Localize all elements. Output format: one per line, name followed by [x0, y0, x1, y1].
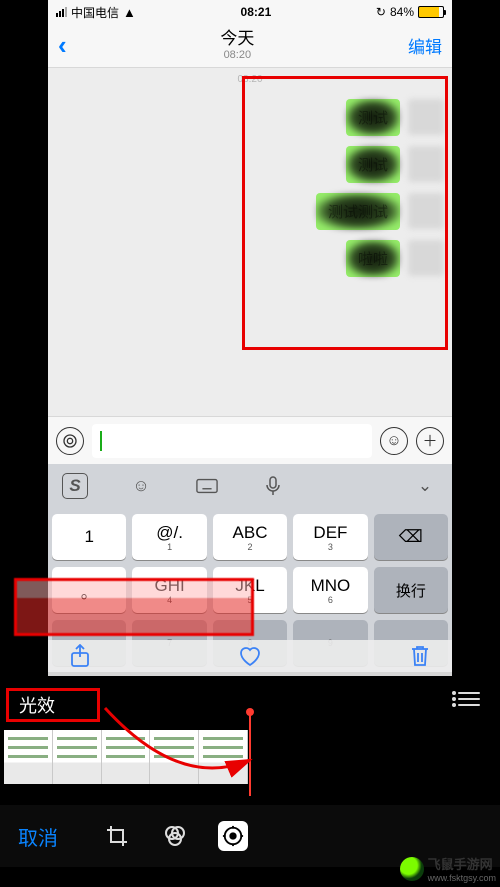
annotation-redaction-box — [14, 578, 254, 636]
filmstrip-thumb[interactable] — [102, 730, 151, 784]
playhead-indicator[interactable] — [249, 712, 251, 796]
plus-icon[interactable]: ＋ — [416, 427, 444, 455]
adjust-icon[interactable] — [218, 821, 248, 851]
filmstrip-thumb[interactable] — [199, 730, 248, 784]
filmstrip-thumb[interactable] — [4, 730, 53, 784]
key-1[interactable]: 1 — [52, 514, 126, 560]
emoji-icon[interactable]: ☺ — [380, 427, 408, 455]
key-⌫[interactable]: ⌫ — [374, 514, 448, 560]
key-MNO[interactable]: MNO6 — [293, 567, 367, 613]
candidate-expand-icon[interactable]: ⌄ — [412, 473, 438, 499]
candidate-s-icon[interactable]: S — [62, 473, 88, 499]
signal-icon — [56, 7, 67, 17]
status-time: 08:21 — [241, 5, 272, 19]
watermark-url: www.fsktgsy.com — [428, 873, 496, 883]
key-@/.[interactable]: @/.1 — [132, 514, 206, 560]
avatar[interactable] — [408, 146, 444, 182]
avatar[interactable] — [408, 193, 444, 229]
keyboard-candidate-bar: S ☺ ⌄ — [48, 464, 452, 508]
crop-icon[interactable] — [102, 821, 132, 851]
candidate-mic-icon[interactable] — [260, 473, 286, 499]
key-DEF[interactable]: DEF3 — [293, 514, 367, 560]
message-bubble[interactable]: 啦啦 — [346, 240, 400, 277]
message-row: 测试 — [56, 146, 444, 183]
favorite-icon[interactable] — [238, 645, 262, 672]
filmstrip[interactable] — [4, 730, 248, 784]
battery-icon — [418, 6, 444, 18]
filmstrip-thumb[interactable] — [53, 730, 102, 784]
chat-input-bar: ☺ ＋ — [48, 416, 452, 464]
watermark-text: 飞鼠手游网 — [428, 854, 496, 873]
delete-icon[interactable] — [410, 644, 430, 673]
message-row: 测试测试 — [56, 193, 444, 230]
list-menu-icon[interactable] — [458, 692, 480, 706]
candidate-emoji-icon[interactable]: ☺ — [128, 473, 154, 499]
avatar[interactable] — [408, 240, 444, 276]
message-input[interactable] — [92, 424, 372, 458]
watermark: 飞鼠手游网 www.fsktgsy.com — [400, 854, 496, 883]
message-bubble[interactable]: 测试 — [346, 146, 400, 183]
voice-input-icon[interactable] — [56, 427, 84, 455]
battery-pct: 84% — [390, 5, 414, 19]
carrier-label: 中国电信 — [71, 4, 119, 21]
chat-timestamp: 08:20 — [48, 74, 452, 85]
watermark-logo-icon — [400, 857, 424, 881]
annotation-red-box-fx: 光效 — [6, 688, 100, 722]
nav-bar: ‹ 今天 08:20 编辑 — [48, 24, 452, 68]
avatar[interactable] — [408, 99, 444, 135]
photo-action-bar — [48, 640, 452, 676]
filter-icon[interactable] — [160, 821, 190, 851]
nav-title: 今天 — [220, 30, 254, 49]
message-text: 啦啦 — [358, 251, 388, 268]
filmstrip-thumb[interactable] — [150, 730, 199, 784]
cancel-button[interactable]: 取消 — [18, 822, 58, 851]
message-bubble[interactable]: 测试测试 — [316, 193, 400, 230]
phone-screenshot: 中国电信 ▲ 08:21 ↻ 84% ‹ 今天 08:20 编辑 08:20 测… — [48, 0, 452, 672]
edit-button[interactable]: 编辑 — [408, 33, 442, 58]
wifi-icon: ▲ — [123, 5, 136, 20]
message-row: 啦啦 — [56, 240, 444, 277]
message-row: 测试 — [56, 99, 444, 136]
fx-label[interactable]: 光效 — [19, 692, 55, 718]
key-ABC[interactable]: ABC2 — [213, 514, 287, 560]
chat-area: 08:20 测试测试测试测试啦啦 — [48, 68, 452, 416]
ios-status-bar: 中国电信 ▲ 08:21 ↻ 84% — [48, 0, 452, 24]
rotation-lock-icon: ↻ — [376, 5, 386, 19]
share-icon[interactable] — [70, 644, 90, 673]
message-text: 测试测试 — [328, 204, 388, 221]
candidate-keyboard-icon[interactable] — [194, 473, 220, 499]
nav-subtitle: 08:20 — [220, 49, 254, 61]
key-换行[interactable]: 换行 — [374, 567, 448, 613]
message-text: 测试 — [358, 157, 388, 174]
message-text: 测试 — [358, 110, 388, 127]
message-bubble[interactable]: 测试 — [346, 99, 400, 136]
back-button[interactable]: ‹ — [58, 30, 67, 61]
